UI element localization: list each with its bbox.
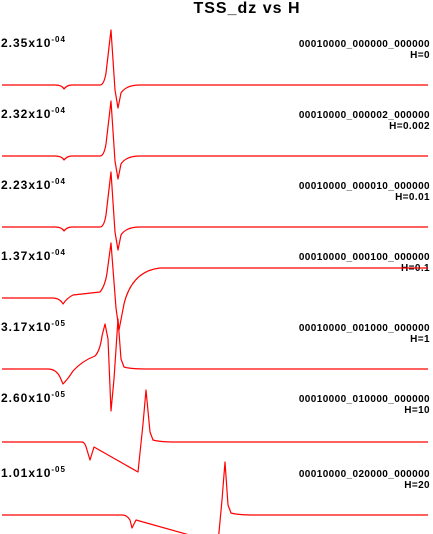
panel-group: 2.35x10-04 00010000_000000_000000H=02.32x… bbox=[1, 29, 430, 534]
panel-5: 2.60x10-05 00010000_010000_000000H=10 bbox=[1, 389, 430, 473]
series-code-label: 00010000_000100_000000 bbox=[299, 252, 430, 263]
scale-label: 1.01x10-05 bbox=[1, 465, 66, 480]
scale-label-base: 3.17x10 bbox=[1, 320, 51, 334]
series-h-label: H=1 bbox=[410, 334, 430, 345]
series-code-label: 00010000_000000_000000 bbox=[299, 39, 430, 50]
series-h-label: H=10 bbox=[404, 405, 430, 416]
tss-dz-chart: TSS_dz vs H 2.35x10-04 00010000_000000_00… bbox=[1, 0, 430, 534]
scale-label: 2.32x10-04 bbox=[1, 106, 66, 121]
scale-label-exponent: -04 bbox=[51, 106, 66, 115]
scale-label-base: 1.37x10 bbox=[1, 249, 51, 263]
scale-label-base: 2.35x10 bbox=[1, 36, 51, 50]
series-code-label: 00010000_010000_000000 bbox=[299, 394, 430, 405]
series-h-label: H=0.01 bbox=[395, 192, 430, 203]
series-h-label: H=20 bbox=[404, 480, 430, 491]
scale-label-exponent: -05 bbox=[51, 390, 66, 399]
panel-0: 2.35x10-04 00010000_000000_000000H=0 bbox=[1, 29, 430, 109]
scale-label-base: 2.60x10 bbox=[1, 391, 51, 405]
panel-2: 2.23x10-04 00010000_000010_000000H=0.01 bbox=[1, 171, 430, 251]
scale-label-exponent: -04 bbox=[51, 248, 66, 257]
scale-label-exponent: -05 bbox=[51, 319, 66, 328]
series-code-label: 00010000_020000_000000 bbox=[299, 469, 430, 480]
scale-label-exponent: -04 bbox=[51, 35, 66, 44]
series-h-label: H=0.002 bbox=[389, 121, 430, 132]
scale-label-exponent: -05 bbox=[51, 465, 66, 474]
series-code-label: 00010000_000010_000000 bbox=[299, 181, 430, 192]
scale-label-base: 1.01x10 bbox=[1, 466, 51, 480]
scale-label: 2.23x10-04 bbox=[1, 177, 66, 192]
series-code-label: 00010000_000002_000000 bbox=[299, 110, 430, 121]
scale-label-base: 2.32x10 bbox=[1, 107, 51, 121]
scale-label-exponent: -04 bbox=[51, 177, 66, 186]
series-h-label: H=0 bbox=[410, 50, 430, 61]
scale-label: 2.35x10-04 bbox=[1, 35, 66, 50]
scale-label: 1.37x10-04 bbox=[1, 248, 66, 263]
panel-3: 1.37x10-04 00010000_000100_000000H=0.1 bbox=[1, 242, 430, 331]
series-code-label: 00010000_001000_000000 bbox=[299, 323, 430, 334]
panel-1: 2.32x10-04 00010000_000002_000000H=0.002 bbox=[1, 100, 430, 180]
scale-label: 2.60x10-05 bbox=[1, 390, 66, 405]
chart-title: TSS_dz vs H bbox=[193, 0, 300, 17]
scale-label: 3.17x10-05 bbox=[1, 319, 66, 334]
panel-6: 1.01x10-05 00010000_020000_000000H=20 bbox=[1, 461, 430, 534]
scale-label-base: 2.23x10 bbox=[1, 178, 51, 192]
